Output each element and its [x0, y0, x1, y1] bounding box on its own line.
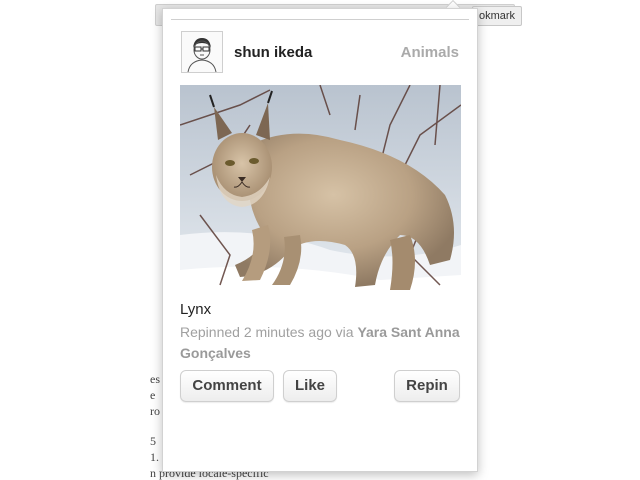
pin-caption: Lynx	[180, 301, 212, 318]
pin-header: shun ikeda Animals	[181, 31, 459, 75]
background-text: 1.	[150, 450, 159, 464]
board-name[interactable]: Animals	[401, 44, 459, 61]
repin-info: Repinned 2 minutes ago via Yara Sant Ann…	[180, 322, 460, 364]
pin-popup: shun ikeda Animals Lynx Repinned 2 minut…	[162, 8, 478, 472]
repin-button[interactable]: Repin	[394, 370, 460, 402]
background-text: e	[150, 388, 156, 402]
divider	[171, 19, 469, 20]
pin-image[interactable]	[180, 85, 461, 294]
username[interactable]: shun ikeda	[234, 44, 312, 61]
like-button[interactable]: Like	[283, 370, 337, 402]
user-avatar-icon[interactable]	[181, 31, 223, 73]
repin-prefix: Repinned 2 minutes ago via	[180, 324, 358, 340]
background-text: ro	[150, 404, 160, 418]
bookmark-tab[interactable]: okmark	[472, 6, 523, 26]
background-text: es	[150, 372, 160, 386]
comment-button[interactable]: Comment	[180, 370, 274, 402]
background-text: 5	[150, 434, 156, 448]
